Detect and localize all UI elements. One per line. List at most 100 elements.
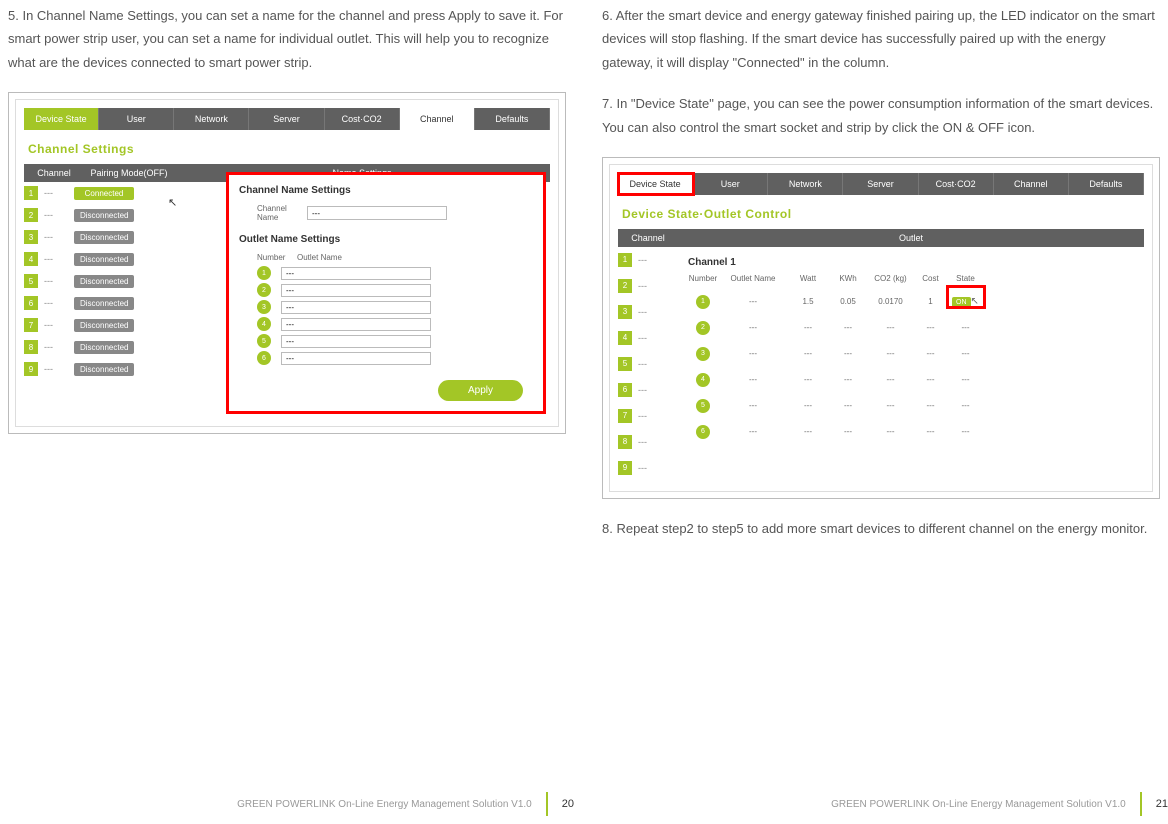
status-badge: Disconnected (74, 253, 134, 266)
table-header: Channel Outlet (618, 229, 1144, 247)
outlet-name-row: 4 (257, 317, 533, 331)
cursor-icon: ↖ (168, 196, 177, 209)
footer-right: GREEN POWERLINK On-Line Energy Managemen… (831, 792, 1168, 816)
left-page: 5. In Channel Name Settings, you can set… (0, 0, 584, 824)
outlet-name-row: 6 (257, 351, 533, 365)
channel-number: 1 (618, 253, 632, 267)
channel-name-label: Channel Name (257, 204, 307, 222)
outlet-data-row: 1---1.50.050.01701ON↖ (688, 289, 1144, 315)
outlet-name-input[interactable] (281, 301, 431, 314)
tab-channel[interactable]: Channel (400, 108, 475, 130)
screenshot-device-state: Device StateUserNetworkServerCost·CO2Cha… (602, 157, 1160, 499)
outlet-data-row: 4------------------ (688, 367, 1144, 393)
tab-cost-co2[interactable]: Cost·CO2 (919, 173, 994, 195)
outlet-number: 6 (696, 425, 710, 439)
outlet-data-row: 6------------------ (688, 419, 1144, 445)
tab-defaults[interactable]: Defaults (475, 108, 550, 130)
channel-number: 4 (618, 331, 632, 345)
outlet-name-input[interactable] (281, 335, 431, 348)
channel-number: 6 (618, 383, 632, 397)
channel-number: 5 (24, 274, 38, 288)
channel-row[interactable]: 5--- (618, 351, 678, 377)
outlet-column: Channel 1 Number Outlet Name Watt KWh CO… (688, 247, 1144, 445)
channel-number: 8 (24, 340, 38, 354)
step-7: 7. In "Device State" page, you can see t… (602, 92, 1160, 139)
status-badge: Disconnected (74, 297, 134, 310)
tab-network[interactable]: Network (768, 173, 843, 195)
tab-user[interactable]: User (99, 108, 174, 130)
tab-cost-co2[interactable]: Cost·CO2 (325, 108, 400, 130)
channel-number: 9 (618, 461, 632, 475)
channel-column: 1---2---3---4---5---6---7---8---9--- (618, 247, 678, 481)
tab-user[interactable]: User (693, 173, 768, 195)
screenshot-channel-settings: Device StateUserNetworkServerCost·CO2Cha… (8, 92, 566, 434)
outlet-name-row: 3 (257, 300, 533, 314)
tab-device-state[interactable]: Device State (618, 173, 693, 195)
outlet-name-input[interactable] (281, 284, 431, 297)
tab-bar: Device StateUserNetworkServerCost·CO2Cha… (24, 108, 550, 130)
outlet-name-row: 1 (257, 266, 533, 280)
outlet-number: 6 (257, 351, 271, 365)
channel-number: 8 (618, 435, 632, 449)
channel-number: 3 (618, 305, 632, 319)
channel-row[interactable]: 9--- (618, 455, 678, 481)
step-8: 8. Repeat step2 to step5 to add more sma… (602, 517, 1160, 540)
on-button[interactable]: ON (952, 297, 971, 308)
apply-button[interactable]: Apply (438, 380, 523, 401)
outlet-name-row: 2 (257, 283, 533, 297)
status-badge: Disconnected (74, 231, 134, 244)
channel-number: 9 (24, 362, 38, 376)
outlet-settings-title: Outlet Name Settings (239, 234, 533, 245)
channel-number: 5 (618, 357, 632, 371)
outlet-name-row: 5 (257, 334, 533, 348)
outlet-name-input[interactable] (281, 267, 431, 280)
step-6: 6. After the smart device and energy gat… (602, 4, 1160, 74)
tab-network[interactable]: Network (174, 108, 249, 130)
channel-row[interactable]: 1--- (618, 247, 678, 273)
section-title: Device State·Outlet Control (622, 207, 1152, 221)
outlet-number: 4 (696, 373, 710, 387)
outlet-name-input[interactable] (281, 352, 431, 365)
status-badge: Disconnected (74, 319, 134, 332)
outlet-number: 1 (257, 266, 271, 280)
channel-row[interactable]: 4--- (618, 325, 678, 351)
channel-row[interactable]: 8--- (618, 429, 678, 455)
tab-defaults[interactable]: Defaults (1069, 173, 1144, 195)
right-page: 6. After the smart device and energy gat… (584, 0, 1168, 824)
channel-row[interactable]: 2--- (618, 273, 678, 299)
channel-number: 4 (24, 252, 38, 266)
outlet-name-input[interactable] (281, 318, 431, 331)
channel-number: 1 (24, 186, 38, 200)
tab-server[interactable]: Server (843, 173, 918, 195)
tab-channel[interactable]: Channel (994, 173, 1069, 195)
outlet-number: 3 (696, 347, 710, 361)
channel-number: 2 (618, 279, 632, 293)
outlet-number: 5 (696, 399, 710, 413)
channel-number: 3 (24, 230, 38, 244)
outlet-data-row: 2------------------ (688, 315, 1144, 341)
channel-1-title: Channel 1 (688, 257, 1144, 268)
tab-bar: Device StateUserNetworkServerCost·CO2Cha… (618, 173, 1144, 195)
tab-device-state[interactable]: Device State (24, 108, 99, 130)
channel-row[interactable]: 6--- (618, 377, 678, 403)
panel-title: Channel Name Settings (239, 185, 533, 196)
channel-row[interactable]: 7--- (618, 403, 678, 429)
name-settings-panel: Channel Name Settings Channel Name Outle… (226, 172, 546, 414)
channel-number: 2 (24, 208, 38, 222)
outlet-data-row: 3------------------ (688, 341, 1144, 367)
outlet-number: 1 (696, 295, 710, 309)
footer-left: GREEN POWERLINK On-Line Energy Managemen… (237, 792, 574, 816)
channel-row[interactable]: 3--- (618, 299, 678, 325)
status-badge: Disconnected (74, 209, 134, 222)
status-badge: Disconnected (74, 341, 134, 354)
section-title: Channel Settings (28, 142, 558, 156)
status-badge: Disconnected (74, 275, 134, 288)
tab-server[interactable]: Server (249, 108, 324, 130)
status-badge: Disconnected (74, 363, 134, 376)
outlet-number: 5 (257, 334, 271, 348)
channel-number: 7 (618, 409, 632, 423)
outlet-number: 3 (257, 300, 271, 314)
channel-name-input[interactable] (307, 206, 447, 220)
channel-number: 6 (24, 296, 38, 310)
data-header: Number Outlet Name Watt KWh CO2 (kg) Cos… (688, 274, 1144, 283)
